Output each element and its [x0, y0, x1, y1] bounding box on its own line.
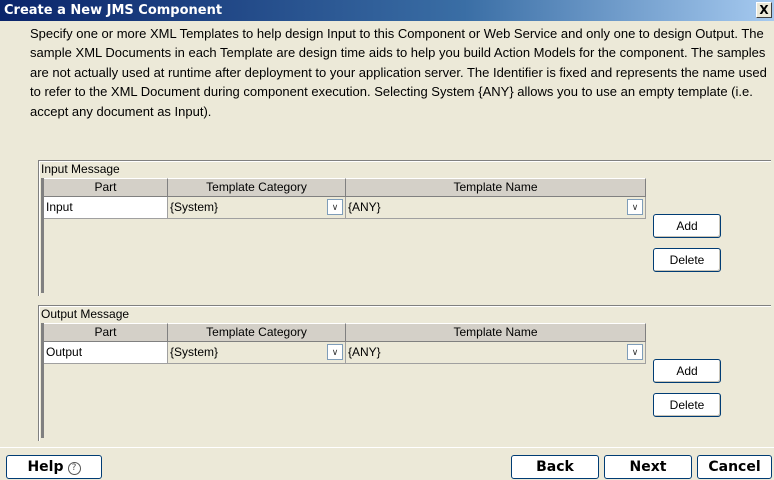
output-template-name-select[interactable]: {ANY} ∨ — [346, 342, 646, 364]
column-header-template-name[interactable]: Template Name — [346, 323, 646, 342]
output-template-name-value: {ANY} — [348, 345, 381, 359]
chevron-down-icon[interactable]: ∨ — [627, 344, 643, 360]
input-category-select[interactable]: {System} ∨ — [168, 197, 346, 219]
column-header-part[interactable]: Part — [44, 323, 168, 342]
column-header-template-name[interactable]: Template Name — [346, 178, 646, 197]
input-message-group: Input Message Part Template Category Tem… — [38, 160, 771, 296]
input-category-value: {System} — [170, 200, 219, 214]
chevron-down-icon[interactable]: ∨ — [327, 344, 343, 360]
chevron-down-icon[interactable]: ∨ — [327, 199, 343, 215]
input-template-name-value: {ANY} — [348, 200, 381, 214]
help-button[interactable]: Help? — [6, 455, 102, 479]
output-group-label: Output Message — [41, 307, 130, 321]
output-grid: Part Template Category Template Name Out… — [41, 323, 646, 438]
input-delete-button[interactable]: Delete — [653, 248, 721, 272]
column-header-part[interactable]: Part — [44, 178, 168, 197]
next-button[interactable]: Next — [604, 455, 692, 479]
instructions-text: Specify one or more XML Templates to hel… — [30, 26, 767, 119]
output-add-button[interactable]: Add — [653, 359, 721, 383]
help-circle-icon: ? — [67, 462, 81, 475]
back-button[interactable]: Back — [511, 455, 599, 479]
input-grid: Part Template Category Template Name Inp… — [41, 178, 646, 293]
column-header-template-category[interactable]: Template Category — [168, 178, 346, 197]
input-part-cell[interactable]: Input — [44, 197, 168, 219]
title-bar: Create a New JMS Component X — [0, 0, 774, 21]
output-category-value: {System} — [170, 345, 219, 359]
chevron-down-icon[interactable]: ∨ — [627, 199, 643, 215]
close-button[interactable]: X — [756, 2, 772, 18]
input-template-name-select[interactable]: {ANY} ∨ — [346, 197, 646, 219]
input-add-button[interactable]: Add — [653, 214, 721, 238]
output-category-select[interactable]: {System} ∨ — [168, 342, 346, 364]
dialog-footer: Help? Back Next Cancel — [0, 447, 774, 480]
cancel-button[interactable]: Cancel — [697, 455, 772, 479]
input-group-label: Input Message — [41, 162, 120, 176]
help-button-label: Help — [27, 459, 64, 475]
output-part-cell[interactable]: Output — [44, 342, 168, 364]
output-delete-button[interactable]: Delete — [653, 393, 721, 417]
window-title: Create a New JMS Component — [4, 3, 223, 18]
column-header-template-category[interactable]: Template Category — [168, 323, 346, 342]
output-message-group: Output Message Part Template Category Te… — [38, 305, 771, 441]
